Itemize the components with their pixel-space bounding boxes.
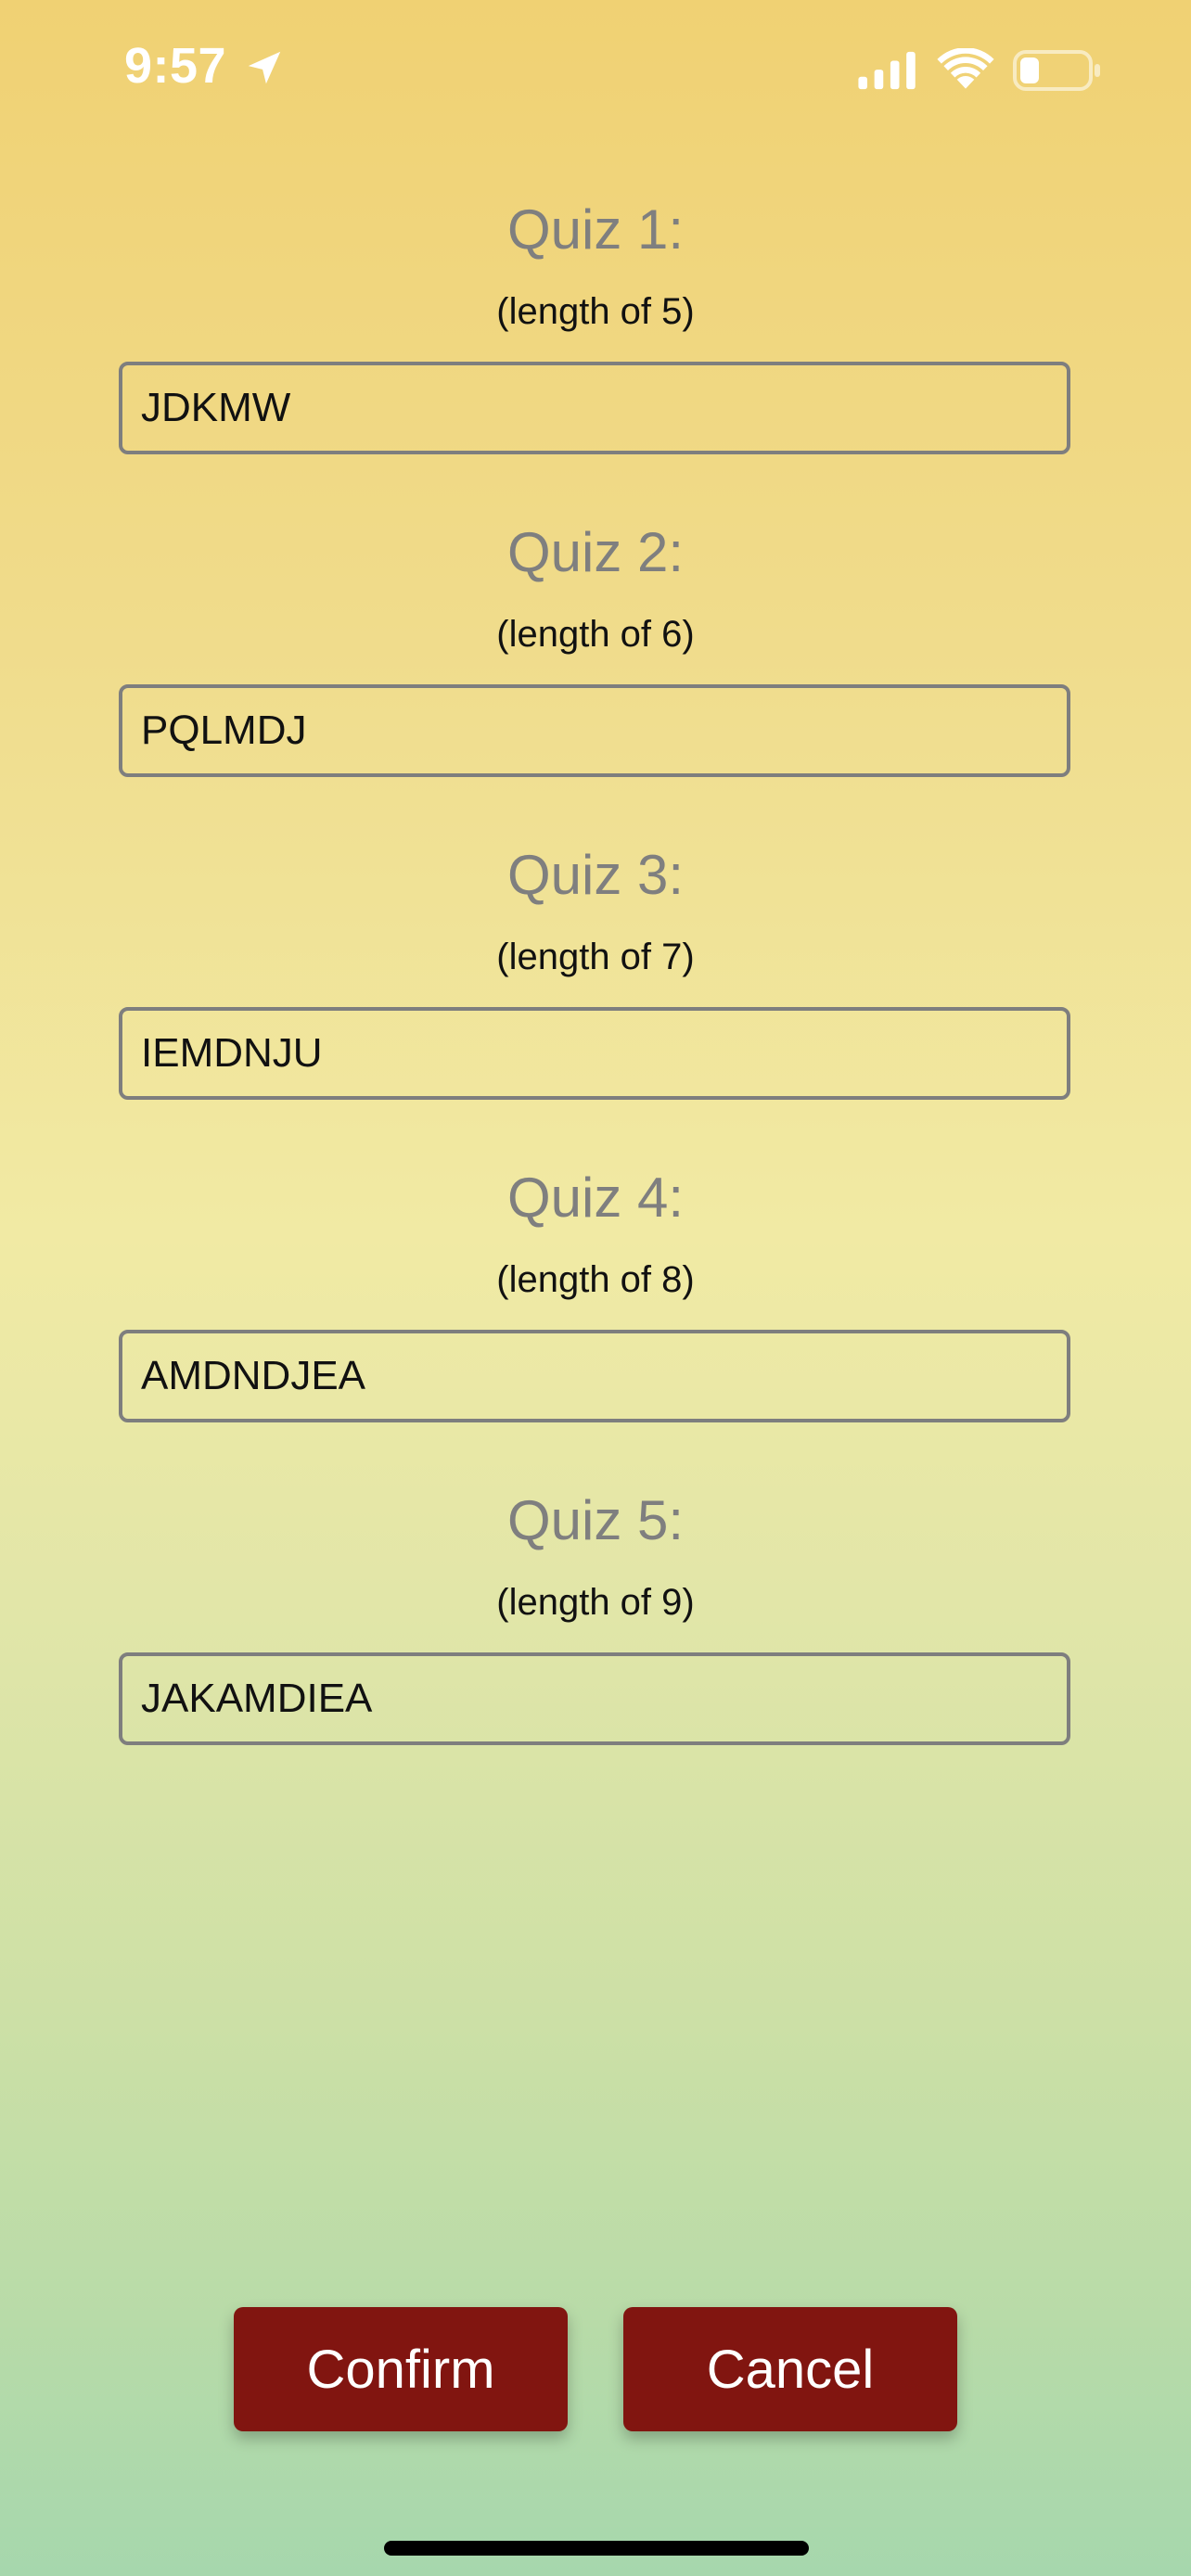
quiz-4-length-label: (length of 8)	[496, 1259, 695, 1300]
quiz-4-title: Quiz 4:	[506, 1167, 685, 1229]
quiz-1-title: Quiz 1:	[506, 198, 685, 261]
cancel-button[interactable]: Cancel	[623, 2307, 957, 2431]
status-time: 9:57	[124, 38, 227, 94]
location-arrow-icon	[248, 51, 281, 84]
cellular-signal-icon	[858, 51, 916, 90]
quiz-2-title: Quiz 2:	[506, 521, 685, 583]
confirm-button[interactable]: Confirm	[234, 2307, 568, 2431]
status-bar: 9:57	[0, 0, 1191, 139]
quiz-4-input[interactable]	[119, 1330, 1070, 1422]
battery-icon	[1013, 50, 1100, 91]
quiz-3-length-label: (length of 7)	[496, 937, 695, 977]
home-indicator[interactable]	[384, 2541, 809, 2556]
quiz-1-length-label: (length of 5)	[496, 291, 695, 332]
wifi-icon	[937, 48, 994, 89]
quiz-5-title: Quiz 5:	[506, 1489, 685, 1551]
quiz-1-input[interactable]	[119, 362, 1070, 454]
quiz-3-input[interactable]	[119, 1007, 1070, 1100]
quiz-5-length-label: (length of 9)	[496, 1582, 695, 1623]
quiz-3-title: Quiz 3:	[506, 844, 685, 906]
quiz-2-length-label: (length of 6)	[496, 614, 695, 655]
quiz-2-input[interactable]	[119, 684, 1070, 777]
quiz-5-input[interactable]	[119, 1652, 1070, 1745]
